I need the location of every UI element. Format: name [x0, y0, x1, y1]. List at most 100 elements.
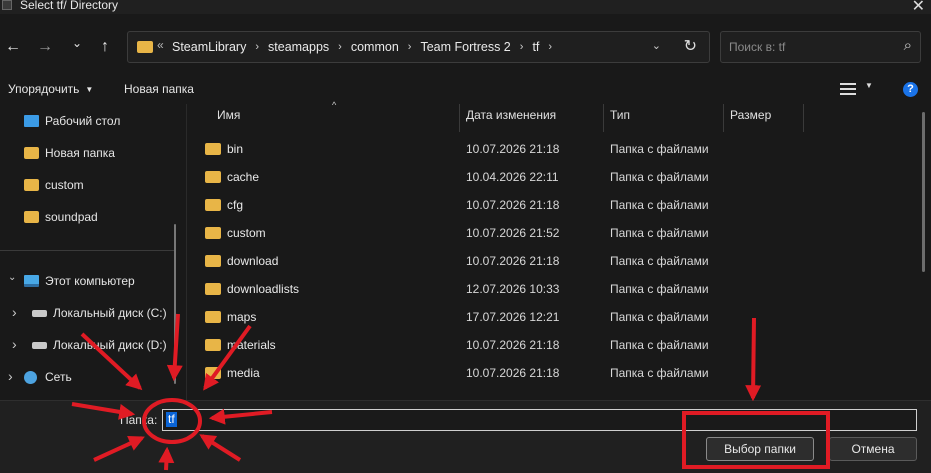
column-header-type[interactable]: Тип [610, 108, 630, 132]
address-history-chevron-icon[interactable]: ⌄ [652, 39, 661, 52]
chevron-right-icon[interactable]: › [338, 41, 342, 53]
column-divider[interactable] [603, 104, 604, 132]
breadcrumb-item[interactable]: steamapps [268, 40, 329, 54]
column-divider[interactable] [723, 104, 724, 132]
column-header-size[interactable]: Размер [730, 108, 771, 132]
app-icon [2, 0, 12, 10]
file-row-media[interactable]: media 10.07.2026 21:18 Папка с файлами [187, 360, 917, 388]
file-type: Папка с файлами [610, 170, 709, 184]
file-row-bin[interactable]: bin 10.07.2026 21:18 Папка с файлами [187, 136, 917, 164]
recent-locations-button[interactable]: ⌄ [66, 32, 88, 54]
column-header-name[interactable]: Имя [217, 108, 240, 132]
sidebar-item-label: Сеть [45, 370, 72, 384]
chevron-right-icon[interactable]: › [255, 41, 259, 53]
dropdown-arrow-icon: ▼ [865, 81, 873, 90]
file-row-maps[interactable]: maps 17.07.2026 12:21 Папка с файлами [187, 304, 917, 332]
sidebar-divider [0, 250, 176, 251]
chevron-right-icon[interactable]: › [12, 336, 17, 352]
folder-field-label: Папка: [120, 413, 158, 427]
file-name: download [227, 254, 279, 268]
folder-name-selected-text: tf [166, 412, 177, 427]
navigation-bar: ← → ⌄ ↑ « SteamLibrary › steamapps › com… [0, 14, 931, 80]
drive-icon [32, 342, 47, 349]
breadcrumb-item[interactable]: Team Fortress 2 [420, 40, 510, 54]
folder-name-input[interactable] [162, 409, 917, 431]
file-list: ^ Имя Дата изменения Тип Размер bin 10.0… [186, 100, 931, 400]
sidebar-item-label: Локальный диск (D:) [53, 338, 167, 352]
column-divider[interactable] [459, 104, 460, 132]
folder-icon [24, 147, 39, 159]
navigation-pane: Рабочий стол Новая папка custom soundpad… [0, 104, 182, 400]
folder-icon [205, 283, 221, 295]
help-icon[interactable]: ? [903, 82, 918, 97]
file-date: 10.07.2026 21:18 [466, 338, 560, 352]
file-row-materials[interactable]: materials 10.07.2026 21:18 Папка с файла… [187, 332, 917, 360]
search-icon[interactable]: ⌕ [904, 37, 912, 54]
breadcrumb-item[interactable]: tf [532, 40, 539, 54]
chevron-right-icon[interactable]: › [12, 304, 17, 320]
select-folder-button[interactable]: Выбор папки [706, 437, 814, 461]
file-date: 10.07.2026 21:18 [466, 366, 560, 380]
sidebar-item-label: custom [45, 178, 84, 192]
file-row-cfg[interactable]: cfg 10.07.2026 21:18 Папка с файлами [187, 192, 917, 220]
folder-icon [205, 227, 221, 239]
file-date: 10.07.2026 21:18 [466, 198, 560, 212]
dropdown-arrow-icon: ▼ [85, 85, 94, 94]
file-date: 17.07.2026 12:21 [466, 310, 560, 324]
file-name: media [227, 366, 260, 380]
folder-icon [24, 179, 39, 191]
view-options-button[interactable]: ▼ [840, 81, 873, 99]
new-folder-button[interactable]: Новая папка [124, 82, 194, 96]
folder-icon [205, 171, 221, 183]
sidebar-scrollbar[interactable] [174, 224, 176, 384]
window-title: Select tf/ Directory [20, 0, 119, 12]
folder-icon [205, 367, 221, 379]
breadcrumb-item[interactable]: common [351, 40, 399, 54]
address-bar[interactable]: « SteamLibrary › steamapps › common › Te… [127, 31, 710, 63]
file-list-scrollbar[interactable] [922, 112, 925, 272]
title-bar: Select tf/ Directory ✕ [0, 0, 931, 15]
breadcrumb-item[interactable]: SteamLibrary [172, 40, 246, 54]
folder-icon [24, 211, 39, 223]
file-rows: bin 10.07.2026 21:18 Папка с файлами cac… [187, 136, 917, 388]
column-divider[interactable] [803, 104, 804, 132]
organize-label: Упорядочить [8, 82, 80, 96]
sort-ascending-icon: ^ [332, 100, 337, 110]
file-row-cache[interactable]: cache 10.04.2026 22:11 Папка с файлами [187, 164, 917, 192]
file-type: Папка с файлами [610, 142, 709, 156]
chevron-right-icon[interactable]: › [408, 41, 412, 53]
refresh-icon[interactable]: ↻ [684, 36, 697, 56]
file-name: downloadlists [227, 282, 300, 296]
search-input[interactable] [721, 32, 891, 62]
network-icon [24, 371, 37, 384]
overflow-chevron-icon[interactable]: « [157, 38, 164, 52]
chevron-down-icon[interactable]: ⌄ [8, 272, 16, 283]
file-name: custom [227, 226, 266, 240]
command-bar: Упорядочить ▼ Новая папка ▼ ? [0, 80, 931, 102]
back-button[interactable]: ← [2, 36, 24, 58]
file-name: materials [227, 338, 276, 352]
search-box: ⌕ [720, 31, 921, 63]
forward-button[interactable]: → [34, 36, 56, 58]
details-view-icon [840, 83, 856, 95]
organize-button[interactable]: Упорядочить ▼ [8, 82, 93, 96]
sidebar-item-label: Этот компьютер [45, 274, 135, 288]
cancel-button[interactable]: Отмена [829, 437, 917, 461]
chevron-right-icon[interactable]: › [548, 41, 552, 53]
file-row-downloadlists[interactable]: downloadlists 12.07.2026 10:33 Папка с ф… [187, 276, 917, 304]
column-header-date[interactable]: Дата изменения [466, 108, 556, 132]
file-row-download[interactable]: download 10.07.2026 21:18 Папка с файлам… [187, 248, 917, 276]
chevron-right-icon[interactable]: › [8, 368, 13, 384]
sidebar-item-label: Локальный диск (C:) [53, 306, 167, 320]
sidebar-item-label: soundpad [45, 210, 98, 224]
file-date: 10.07.2026 21:18 [466, 142, 560, 156]
sidebar-item-label: Новая папка [45, 146, 115, 160]
file-type: Папка с файлами [610, 310, 709, 324]
chevron-right-icon[interactable]: › [520, 41, 524, 53]
file-row-custom[interactable]: custom 10.07.2026 21:52 Папка с файлами [187, 220, 917, 248]
file-type: Папка с файлами [610, 254, 709, 268]
file-type: Папка с файлами [610, 226, 709, 240]
up-button[interactable]: ↑ [94, 36, 116, 58]
file-name: maps [227, 310, 257, 324]
file-name: cfg [227, 198, 244, 212]
